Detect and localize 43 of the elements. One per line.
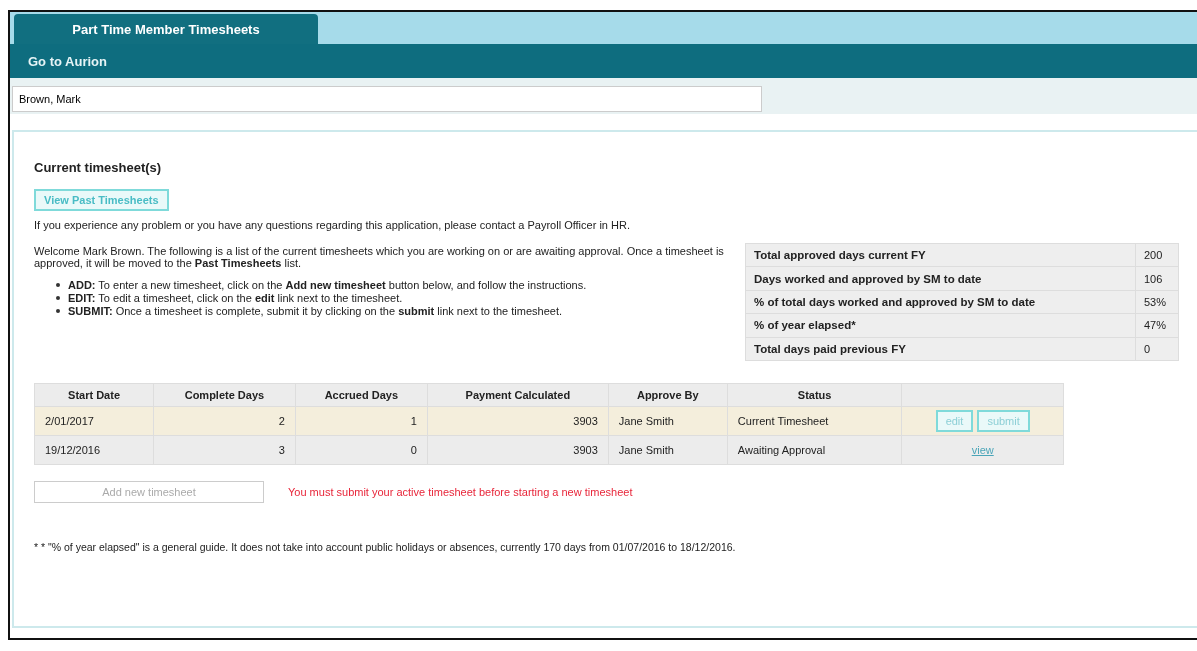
instruction-text: SUBMIT: Once a timesheet is complete, submit it by clicking on the submit link next to the timesheet. <box>68 305 562 317</box>
footnote-text: * * "% of year elapsed" is a general guide. It does not take into account public holidays or absences, currently 170 days from 01/07/2016 to 18/12/2016. <box>34 541 737 553</box>
section-title: Current timesheet(s) <box>34 160 163 175</box>
intro-text: Welcome Mark Brown. The following is a list of the current timesheets which you are working on or are awaiting approval. Once a timesheet is approved, it will be moved to the Past Timesheets list. <box>34 245 725 269</box>
timesheet-row[interactable]: 19/12/2016 3 0 3903 Jane Smith Awaiting Approval view <box>34 435 1064 465</box>
summary-label: % of year elapsed* <box>745 313 1136 338</box>
table-cell: Jane Smith <box>608 406 728 436</box>
tab[interactable]: Part Time Member Timesheets <box>14 14 318 44</box>
warning-text: You must submit your active timesheet before starting a new timesheet <box>288 486 633 498</box>
table-cell: 3 <box>153 435 296 465</box>
summary-label: % of total days worked and approved by SM to date <box>745 290 1136 314</box>
table-cell: Jane Smith <box>608 435 728 465</box>
instruction-text: EDIT: To edit a timesheet, click on the edit link next to the timesheet. <box>68 292 403 304</box>
column-header: Payment Calculated <box>427 383 609 407</box>
summary-label: Total days paid previous FY <box>745 337 1136 361</box>
summary-value: 200 <box>1135 243 1179 267</box>
summary-value: 106 <box>1135 266 1179 291</box>
summary-label: Total approved days current FY <box>745 243 1136 267</box>
column-header: Start Date <box>34 383 154 407</box>
column-header: Accrued Days <box>295 383 428 407</box>
bullet-icon <box>56 309 60 313</box>
table-cell: 2 <box>153 406 296 436</box>
table-cell: 3903 <box>427 406 609 436</box>
bullet-icon <box>56 296 60 300</box>
nav-link[interactable]: Go to Aurion <box>28 53 107 69</box>
column-header: Approve By <box>608 383 728 407</box>
table-cell: 3903 <box>427 435 609 465</box>
table-cell: 2/01/2017 <box>34 406 154 436</box>
table-cell: 19/12/2016 <box>34 435 154 465</box>
table-cell: 1 <box>295 406 428 436</box>
summary-label: Days worked and approved by SM to date <box>745 266 1136 291</box>
instruction-text: ADD: To enter a new timesheet, click on the Add new timesheet button below, and follow the instructions. <box>68 279 587 291</box>
summary-value: 47% <box>1135 313 1179 338</box>
column-header: Status <box>727 383 902 407</box>
employee-field[interactable]: Brown, Mark <box>12 86 762 112</box>
table-cell: Awaiting Approval <box>727 435 902 465</box>
table-cell: 0 <box>295 435 428 465</box>
summary-value: 0 <box>1135 337 1179 361</box>
column-header: Complete Days <box>153 383 296 407</box>
help-text: If you experience any problem or you have any questions regarding this application, please contact a Payroll Officer in HR. <box>34 219 631 231</box>
summary-value: 53% <box>1135 290 1179 314</box>
bullet-icon <box>56 283 60 287</box>
table-cell: Current Timesheet <box>727 406 902 436</box>
